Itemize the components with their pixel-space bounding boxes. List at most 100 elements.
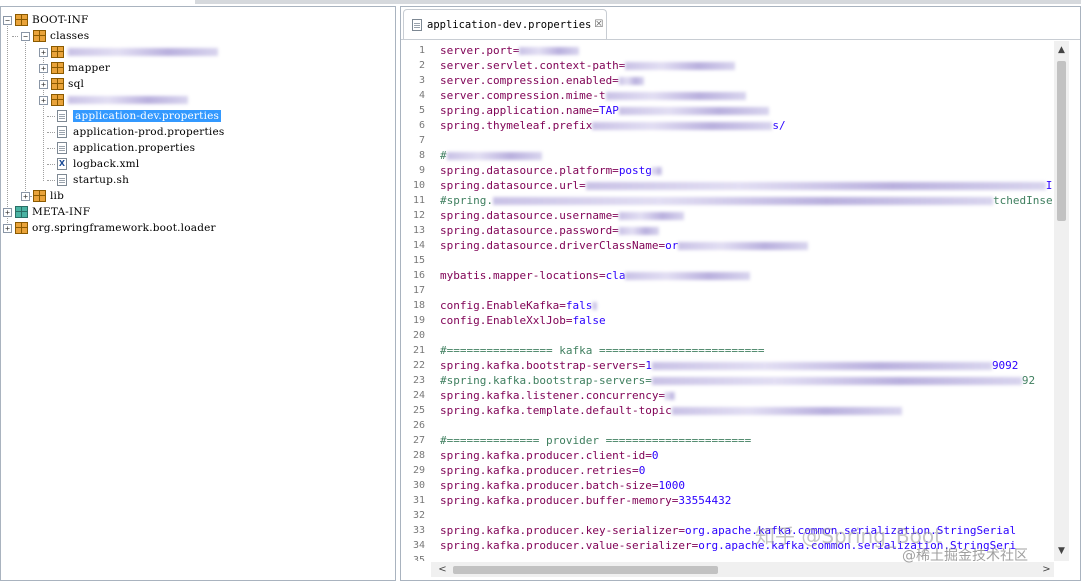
collapse-toggle-icon[interactable]: − [3, 16, 12, 25]
tab-application-dev-properties[interactable]: application-dev.properties ☒ [403, 9, 607, 39]
package-folder-icon [51, 78, 64, 90]
code-line[interactable]: #spring.kafka.bootstrap-servers=92 [440, 373, 1035, 388]
line-number: 14 [403, 238, 425, 253]
code-line[interactable]: spring.datasource.password= [440, 223, 659, 238]
code-line[interactable]: # [440, 148, 542, 163]
scroll-up-icon[interactable]: ▲ [1054, 43, 1069, 58]
code-line[interactable]: spring.kafka.producer.retries=0 [440, 463, 645, 478]
properties-editor[interactable]: application-dev.properties ☒ 12345678910… [400, 6, 1081, 581]
tree-node-spring-boot-loader[interactable]: + org.springframework.boot.loader [3, 220, 216, 236]
tree-node-label: BOOT-INF [32, 14, 89, 26]
line-number: 33 [403, 523, 425, 538]
redacted-value [678, 242, 808, 250]
property-key: server.servlet.context-path= [440, 59, 625, 72]
code-line[interactable]: spring.kafka.template.default-topic [440, 403, 902, 418]
tree-node-meta-inf[interactable]: + META-INF [3, 204, 90, 220]
expand-toggle-icon[interactable]: + [39, 96, 48, 105]
code-line[interactable]: mybatis.mapper-locations=cla [440, 268, 750, 283]
vertical-scroll-thumb[interactable] [1057, 61, 1066, 221]
tree-node-label: application.properties [73, 142, 195, 154]
line-number: 22 [403, 358, 425, 373]
project-explorer-tree[interactable]: − BOOT-INF − classes + + mapper + sql + … [0, 6, 396, 581]
tree-node-sql[interactable]: + sql [39, 76, 84, 92]
tree-node-application-properties[interactable]: application.properties [57, 140, 195, 156]
tree-node-startup-sh[interactable]: startup.sh [57, 172, 129, 188]
horizontal-scroll-thumb[interactable] [453, 566, 718, 574]
line-number: 30 [403, 478, 425, 493]
code-line[interactable]: #================ kafka ================… [440, 343, 765, 358]
code-line[interactable]: spring.datasource.driverClassName=or [440, 238, 808, 253]
code-line[interactable]: config.EnableKafka=fals [440, 298, 597, 313]
tree-node-label: classes [50, 30, 89, 42]
expand-toggle-icon[interactable]: + [3, 224, 12, 233]
code-line[interactable]: spring.datasource.platform=postg [440, 163, 662, 178]
tree-node-package-redacted-1[interactable]: + [39, 44, 218, 60]
redacted-value [619, 227, 659, 235]
line-number: 32 [403, 508, 425, 523]
property-key: spring.kafka.bootstrap-servers= [440, 359, 645, 372]
property-key: config.EnableXxlJob= [440, 314, 572, 327]
property-key: spring.kafka.producer.buffer-memory= [440, 494, 678, 507]
tree-node-application-prod-properties[interactable]: application-prod.properties [57, 124, 225, 140]
code-line[interactable]: spring.datasource.url=Inse [440, 178, 1053, 193]
code-line[interactable]: spring.kafka.producer.client-id=0 [440, 448, 659, 463]
code-line[interactable]: server.servlet.context-path= [440, 58, 735, 73]
scroll-down-icon[interactable]: ▼ [1054, 544, 1069, 559]
tree-node-package-redacted-2[interactable]: + [39, 92, 188, 108]
tree-node-lib[interactable]: + lib [21, 188, 64, 204]
code-line[interactable]: spring.application.name=TAP [440, 103, 769, 118]
property-value-tail: s/ [772, 119, 785, 132]
collapse-toggle-icon[interactable]: − [21, 32, 30, 41]
expand-toggle-icon[interactable]: + [21, 192, 30, 201]
tree-node-classes[interactable]: − classes [21, 28, 89, 44]
tree-node-boot-inf[interactable]: − BOOT-INF [3, 12, 89, 28]
property-value: 0 [652, 449, 659, 462]
redacted-value [447, 152, 542, 160]
line-number: 11 [403, 193, 425, 208]
line-number: 19 [403, 313, 425, 328]
code-line[interactable]: spring.kafka.producer.buffer-memory=3355… [440, 493, 731, 508]
tree-node-application-dev-properties[interactable]: application-dev.properties [57, 108, 221, 124]
redacted-value [592, 302, 597, 310]
close-tab-icon[interactable]: ☒ [594, 19, 603, 30]
properties-file-icon [57, 126, 67, 138]
tree-node-logback-xml[interactable]: X logback.xml [57, 156, 139, 172]
expand-toggle-icon[interactable]: + [39, 48, 48, 57]
line-number: 5 [403, 103, 425, 118]
redacted-value [652, 167, 662, 175]
code-line[interactable]: spring.datasource.username= [440, 208, 684, 223]
code-line[interactable]: spring.kafka.bootstrap-servers=19092 [440, 358, 1018, 373]
vertical-scrollbar[interactable]: ▲ ▼ [1054, 41, 1069, 561]
line-number: 6 [403, 118, 425, 133]
property-key: spring.datasource.driverClassName= [440, 239, 665, 252]
code-line[interactable]: spring.kafka.listener.concurrency= [440, 388, 675, 403]
property-key: spring.kafka.producer.retries= [440, 464, 639, 477]
expand-toggle-icon[interactable]: + [39, 64, 48, 73]
code-area[interactable]: 1234567891011121314151617181920212223242… [403, 41, 1053, 561]
line-number-gutter: 1234567891011121314151617181920212223242… [403, 41, 433, 561]
scroll-left-icon[interactable]: < [435, 562, 450, 577]
redacted-value [493, 197, 993, 205]
code-line[interactable]: #============== provider ===============… [440, 433, 751, 448]
package-folder-icon [15, 222, 28, 234]
tree-node-mapper[interactable]: + mapper [39, 60, 110, 76]
code-line[interactable]: config.EnableXxlJob=false [440, 313, 606, 328]
line-number: 27 [403, 433, 425, 448]
code-line[interactable]: spring.kafka.producer.batch-size=1000 [440, 478, 685, 493]
line-number: 35 [403, 553, 425, 561]
code-line[interactable]: server.compression.enabled= [440, 73, 644, 88]
redacted-value [625, 62, 735, 70]
expand-toggle-icon[interactable]: + [39, 80, 48, 89]
properties-file-icon [57, 110, 67, 122]
package-folder-icon [33, 190, 46, 202]
property-value: false [572, 314, 605, 327]
code-line[interactable]: #spring.tchedInse [440, 193, 1053, 208]
code-line[interactable]: spring.thymeleaf.prefixs/ [440, 118, 786, 133]
code-line[interactable]: server.compression.mime-t [440, 88, 746, 103]
code-line[interactable]: server.port= [440, 43, 579, 58]
property-key: spring.datasource.url= [440, 179, 586, 192]
line-number: 31 [403, 493, 425, 508]
scroll-right-icon[interactable]: > [1039, 562, 1054, 577]
redacted-value [519, 47, 579, 55]
expand-toggle-icon[interactable]: + [3, 208, 12, 217]
